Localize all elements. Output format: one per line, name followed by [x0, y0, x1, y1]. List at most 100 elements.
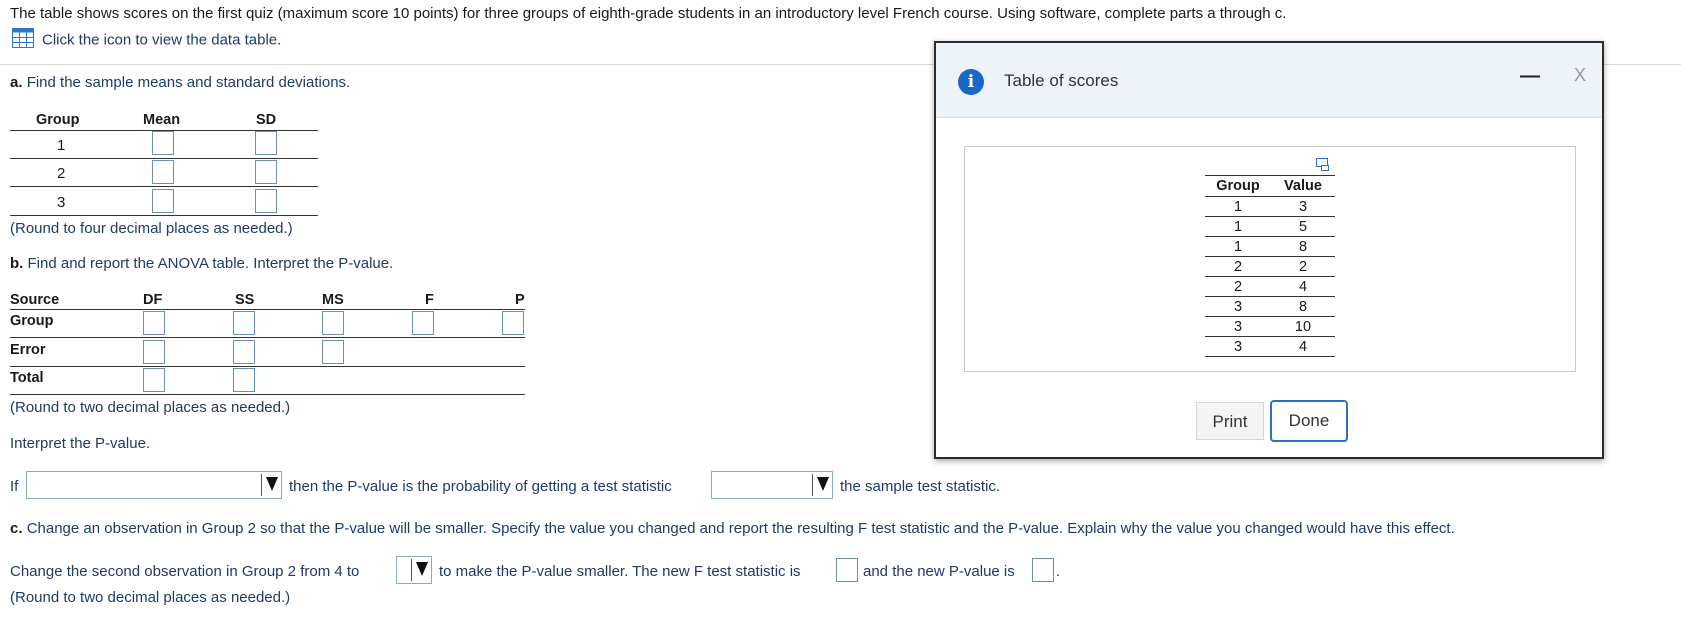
- df-error-input[interactable]: [143, 340, 165, 364]
- part-b-round-note: (Round to two decimal places as needed.): [10, 399, 291, 416]
- part-a-text: Find the sample means and standard devia…: [26, 74, 351, 91]
- table-of-scores-dialog: i Table of scores — X Group Value 131518…: [934, 41, 1604, 459]
- new-f-input[interactable]: [836, 558, 858, 582]
- part-c-period: .: [1056, 563, 1061, 580]
- part-a-question: a. Find the sample means and standard de…: [10, 74, 350, 91]
- scores-cell-group: 3: [1205, 296, 1271, 317]
- part-c-sentence-2: to make the P-value smaller. The new F t…: [439, 563, 801, 580]
- df-total-input[interactable]: [143, 368, 165, 392]
- scores-cell-group: 3: [1205, 316, 1271, 337]
- dropdown-separator: [812, 474, 813, 496]
- source-total: Total: [10, 370, 44, 386]
- data-table-link[interactable]: Click the icon to view the data table.: [12, 28, 281, 52]
- col-header-sd: SD: [256, 112, 277, 128]
- if-word: If: [10, 478, 19, 495]
- scores-header-group: Group: [1205, 175, 1271, 197]
- scores-row: 24: [1205, 276, 1335, 297]
- dropdown-arrow-icon[interactable]: [416, 562, 428, 576]
- sd-input-1[interactable]: [255, 131, 277, 155]
- ms-group-input[interactable]: [322, 311, 344, 335]
- dropdown-separator: [411, 559, 412, 581]
- f-input[interactable]: [412, 311, 434, 335]
- anova-rule: [10, 366, 525, 367]
- scores-cell-group: 1: [1205, 216, 1271, 237]
- part-c-sentence-1: Change the second observation in Group 2…: [10, 563, 360, 580]
- part-a-label: a.: [10, 74, 23, 91]
- scores-cell-value: 8: [1271, 296, 1335, 317]
- part-b-text: Find and report the ANOVA table. Interpr…: [27, 255, 394, 272]
- data-table-link-text[interactable]: Click the icon to view the data table.: [42, 32, 281, 49]
- minimize-button[interactable]: —: [1520, 65, 1540, 88]
- scores-cell-group: 1: [1205, 236, 1271, 257]
- anova-rule: [10, 394, 525, 395]
- table-a-rule: [10, 158, 318, 159]
- comparison-dropdown[interactable]: [711, 471, 833, 499]
- section-divider: [0, 64, 934, 65]
- scores-cell-group: 3: [1205, 336, 1271, 357]
- col-header-f: F: [425, 292, 434, 308]
- scores-cell-value: 8: [1271, 236, 1335, 257]
- scores-cell-value: 2: [1271, 256, 1335, 277]
- mean-input-2[interactable]: [152, 160, 174, 184]
- dialog-title: Table of scores: [1004, 71, 1119, 90]
- sd-input-2[interactable]: [255, 160, 277, 184]
- new-p-input[interactable]: [1032, 558, 1054, 582]
- part-c-round-note: (Round to two decimal places as needed.): [10, 589, 291, 606]
- scores-row: 38: [1205, 296, 1335, 317]
- table-a-rule: [10, 186, 318, 187]
- scores-cell-value: 4: [1271, 276, 1335, 297]
- scores-header-value: Value: [1271, 175, 1335, 197]
- hypothesis-dropdown[interactable]: [26, 471, 282, 499]
- part-b-question: b. Find and report the ANOVA table. Inte…: [10, 255, 393, 272]
- print-button[interactable]: Print: [1196, 402, 1264, 440]
- scores-row: 22: [1205, 256, 1335, 277]
- sd-input-3[interactable]: [255, 189, 277, 213]
- close-button[interactable]: X: [1574, 65, 1586, 86]
- copy-table-icon[interactable]: [1316, 158, 1330, 176]
- col-header-df: DF: [143, 292, 163, 308]
- table-a-rule: [10, 215, 318, 216]
- ss-group-input[interactable]: [233, 311, 255, 335]
- source-error: Error: [10, 342, 46, 358]
- table-grid-icon[interactable]: [12, 28, 34, 52]
- new-value-dropdown[interactable]: [396, 556, 432, 584]
- ss-error-input[interactable]: [233, 340, 255, 364]
- mean-input-3[interactable]: [152, 189, 174, 213]
- data-table-panel: Group Value 1 3 1 5 1 8 2 2 2 4 3 8 3 10 3 4: [964, 146, 1576, 372]
- part-c-question: c. Change an observation in Group 2 so t…: [10, 520, 1455, 537]
- scores-row: 13: [1205, 196, 1335, 217]
- mean-input-1[interactable]: [152, 131, 174, 155]
- ms-error-input[interactable]: [322, 340, 344, 364]
- scores-cell-value: 4: [1271, 336, 1335, 357]
- scores-row: 15: [1205, 216, 1335, 237]
- group-row-2: 2: [57, 165, 66, 182]
- scores-row: 18: [1205, 236, 1335, 257]
- section-divider-right: [1604, 64, 1681, 65]
- anova-rule: [10, 337, 525, 338]
- dropdown-arrow-icon[interactable]: [266, 477, 278, 491]
- scores-cell-group: 2: [1205, 256, 1271, 277]
- col-header-source: Source: [10, 292, 60, 308]
- part-a-round-note: (Round to four decimal places as needed.…: [10, 220, 293, 237]
- end-text: the sample test statistic.: [840, 478, 1001, 495]
- p-input[interactable]: [502, 311, 524, 335]
- df-group-input[interactable]: [143, 311, 165, 335]
- col-header-ss: SS: [235, 292, 255, 308]
- part-c-label: c.: [10, 520, 23, 537]
- scores-cell-value: 10: [1271, 316, 1335, 337]
- part-c-sentence-3: and the new P-value is: [863, 563, 1015, 580]
- done-button[interactable]: Done: [1270, 400, 1348, 442]
- col-header-group: Group: [36, 112, 80, 128]
- then-text: then the P-value is the probability of g…: [289, 478, 672, 495]
- dropdown-separator: [261, 474, 262, 496]
- interpret-label: Interpret the P-value.: [10, 435, 151, 452]
- dialog-header: i Table of scores — X: [936, 43, 1602, 118]
- scores-cell-group: 2: [1205, 276, 1271, 297]
- part-b-label: b.: [10, 255, 24, 272]
- scores-cell-value: 5: [1271, 216, 1335, 237]
- dropdown-arrow-icon[interactable]: [817, 477, 829, 491]
- source-group: Group: [10, 313, 54, 329]
- ss-total-input[interactable]: [233, 368, 255, 392]
- part-c-text: Change an observation in Group 2 so that…: [26, 520, 1455, 537]
- col-header-ms: MS: [322, 292, 344, 308]
